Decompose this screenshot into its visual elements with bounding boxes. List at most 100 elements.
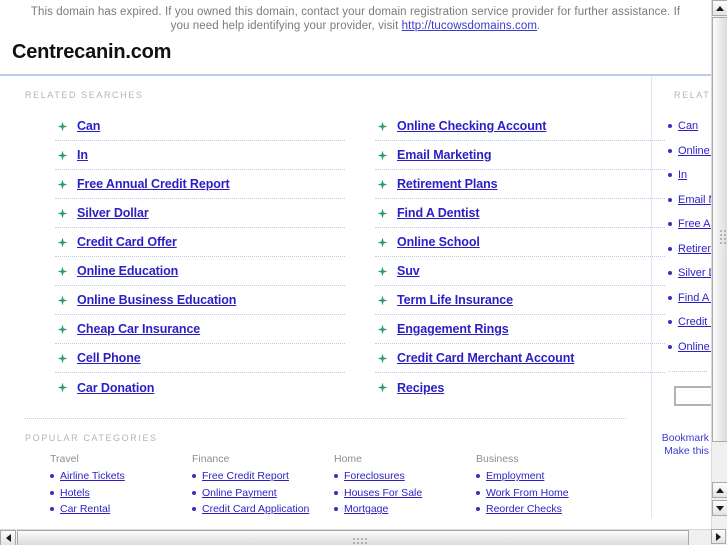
sidebar-list-item[interactable]: Email Marketing bbox=[668, 188, 711, 213]
related-search-link[interactable]: Online Business Education bbox=[77, 293, 236, 307]
category-link[interactable]: Airline Tickets bbox=[60, 470, 125, 482]
list-item[interactable]: Online Payment bbox=[192, 485, 334, 502]
related-search-link[interactable]: Online School bbox=[397, 235, 480, 249]
sidebar-related-link[interactable]: Email Marketing bbox=[678, 194, 711, 206]
list-item[interactable]: Reorder Checks bbox=[476, 501, 618, 518]
sidebar-list-item[interactable]: Credit Card Offer bbox=[668, 310, 711, 335]
related-search-link[interactable]: Retirement Plans bbox=[397, 177, 498, 191]
sidebar-related-link[interactable]: Free Annual Credit Report bbox=[678, 218, 711, 230]
related-search-item[interactable]: Cell Phone bbox=[55, 344, 345, 373]
related-search-item[interactable]: Silver Dollar bbox=[55, 199, 345, 228]
related-search-link[interactable]: In bbox=[77, 148, 88, 162]
related-search-link[interactable]: Cell Phone bbox=[77, 351, 141, 365]
related-search-item[interactable]: Can bbox=[55, 112, 345, 141]
category-link[interactable]: Car Rental bbox=[60, 503, 110, 515]
sidebar-list-item[interactable]: Online Checking Account bbox=[668, 139, 711, 164]
category-link[interactable]: Online Payment bbox=[202, 487, 277, 499]
sidebar-list-item[interactable]: Can bbox=[668, 114, 711, 139]
horizontal-scrollbar[interactable] bbox=[0, 529, 711, 545]
category-link[interactable]: Hotels bbox=[60, 487, 90, 499]
related-search-item[interactable]: Find A Dentist bbox=[375, 199, 665, 228]
related-search-item[interactable]: Online Education bbox=[55, 257, 345, 286]
scroll-down-button[interactable] bbox=[712, 500, 727, 516]
list-item[interactable]: Hotels bbox=[50, 485, 192, 502]
list-item[interactable]: Employment bbox=[476, 468, 618, 485]
list-item[interactable]: Houses For Sale bbox=[334, 485, 476, 502]
category-link[interactable]: Reorder Checks bbox=[486, 503, 562, 515]
bookmark-link[interactable]: Bookmark bbox=[662, 432, 709, 444]
category-link[interactable]: Credit Card Application bbox=[202, 503, 309, 515]
category-link[interactable]: Houses For Sale bbox=[344, 487, 422, 499]
star-bullet-icon bbox=[57, 266, 68, 277]
tucows-domains-link[interactable]: http://tucowsdomains.com bbox=[402, 20, 537, 32]
sidebar-list-item[interactable]: Find A Dentist bbox=[668, 286, 711, 311]
related-search-link[interactable]: Free Annual Credit Report bbox=[77, 177, 230, 191]
sidebar-list-item[interactable]: Online School bbox=[668, 335, 711, 360]
related-search-link[interactable]: Credit Card Offer bbox=[77, 235, 177, 249]
related-search-link[interactable]: Credit Card Merchant Account bbox=[397, 351, 574, 365]
list-item[interactable]: Free Credit Report bbox=[192, 468, 334, 485]
related-search-item[interactable]: Email Marketing bbox=[375, 141, 665, 170]
related-search-item[interactable]: In bbox=[55, 141, 345, 170]
related-search-item[interactable]: Engagement Rings bbox=[375, 315, 665, 344]
related-search-item[interactable]: Car Donation bbox=[55, 373, 345, 402]
related-search-link[interactable]: Can bbox=[77, 119, 100, 133]
related-search-item[interactable]: Online School bbox=[375, 228, 665, 257]
category-link[interactable]: Free Credit Report bbox=[202, 470, 289, 482]
list-item[interactable]: Work From Home bbox=[476, 485, 618, 502]
related-search-link[interactable]: Cheap Car Insurance bbox=[77, 322, 200, 336]
sidebar-related-link[interactable]: Credit Card Offer bbox=[678, 316, 711, 328]
related-search-link[interactable]: Email Marketing bbox=[397, 148, 491, 162]
related-search-item[interactable]: Free Annual Credit Report bbox=[55, 170, 345, 199]
search-input[interactable] bbox=[674, 386, 711, 406]
related-search-item[interactable]: Retirement Plans bbox=[375, 170, 665, 199]
sidebar-related-link[interactable]: Find A Dentist bbox=[678, 292, 711, 304]
related-search-link[interactable]: Engagement Rings bbox=[397, 322, 509, 336]
sidebar-related-list: Can Online Checking Account In Email Market… bbox=[660, 100, 711, 359]
sidebar-related-link[interactable]: Retirement Plans bbox=[678, 243, 711, 255]
horizontal-scroll-thumb[interactable] bbox=[17, 530, 689, 545]
chevron-up-icon-secondary bbox=[716, 487, 724, 493]
category-link[interactable]: Foreclosures bbox=[344, 470, 405, 482]
make-this-link[interactable]: Make this bbox=[664, 445, 709, 457]
category-link[interactable]: Work From Home bbox=[486, 487, 569, 499]
related-search-link[interactable]: Silver Dollar bbox=[77, 206, 149, 220]
related-search-link[interactable]: Recipes bbox=[397, 381, 444, 395]
list-item[interactable]: Car Rental bbox=[50, 501, 192, 518]
scroll-up-button[interactable] bbox=[712, 0, 727, 16]
scroll-up-button-secondary[interactable] bbox=[712, 482, 727, 498]
related-search-link[interactable]: Find A Dentist bbox=[397, 206, 479, 220]
scroll-left-button[interactable] bbox=[0, 530, 16, 545]
category-link[interactable]: Mortgage bbox=[344, 503, 388, 515]
list-item[interactable]: Airline Tickets bbox=[50, 468, 192, 485]
list-item[interactable]: Mortgage bbox=[334, 501, 476, 518]
vertical-scrollbar[interactable] bbox=[711, 0, 727, 529]
related-search-link[interactable]: Online Checking Account bbox=[397, 119, 546, 133]
category-link[interactable]: Employment bbox=[486, 470, 544, 482]
sidebar-related-link[interactable]: Can bbox=[678, 120, 698, 132]
related-search-item[interactable]: Term Life Insurance bbox=[375, 286, 665, 315]
related-search-link[interactable]: Car Donation bbox=[77, 381, 154, 395]
sidebar-related-link[interactable]: In bbox=[678, 169, 687, 181]
related-search-item[interactable]: Online Checking Account bbox=[375, 112, 665, 141]
sidebar-list-item[interactable]: Silver Dollar bbox=[668, 261, 711, 286]
sidebar-list-item[interactable]: In bbox=[668, 163, 711, 188]
related-search-item[interactable]: Credit Card Offer bbox=[55, 228, 345, 257]
related-search-link[interactable]: Online Education bbox=[77, 264, 178, 278]
list-item[interactable]: Credit Card Application bbox=[192, 501, 334, 518]
related-search-item[interactable]: Recipes bbox=[375, 373, 665, 402]
vertical-scroll-thumb[interactable] bbox=[712, 17, 727, 442]
sidebar-related-link[interactable]: Silver Dollar bbox=[678, 267, 711, 279]
related-search-item[interactable]: Online Business Education bbox=[55, 286, 345, 315]
scroll-right-button[interactable] bbox=[711, 529, 726, 544]
sidebar-related-link[interactable]: Online School bbox=[678, 341, 711, 353]
related-search-item[interactable]: Suv bbox=[375, 257, 665, 286]
related-search-link[interactable]: Suv bbox=[397, 264, 420, 278]
sidebar-list-item[interactable]: Retirement Plans bbox=[668, 237, 711, 262]
sidebar-list-item[interactable]: Free Annual Credit Report bbox=[668, 212, 711, 237]
related-search-item[interactable]: Cheap Car Insurance bbox=[55, 315, 345, 344]
list-item[interactable]: Foreclosures bbox=[334, 468, 476, 485]
related-search-link[interactable]: Term Life Insurance bbox=[397, 293, 513, 307]
related-search-item[interactable]: Credit Card Merchant Account bbox=[375, 344, 665, 373]
sidebar-related-link[interactable]: Online Checking Account bbox=[678, 145, 711, 157]
